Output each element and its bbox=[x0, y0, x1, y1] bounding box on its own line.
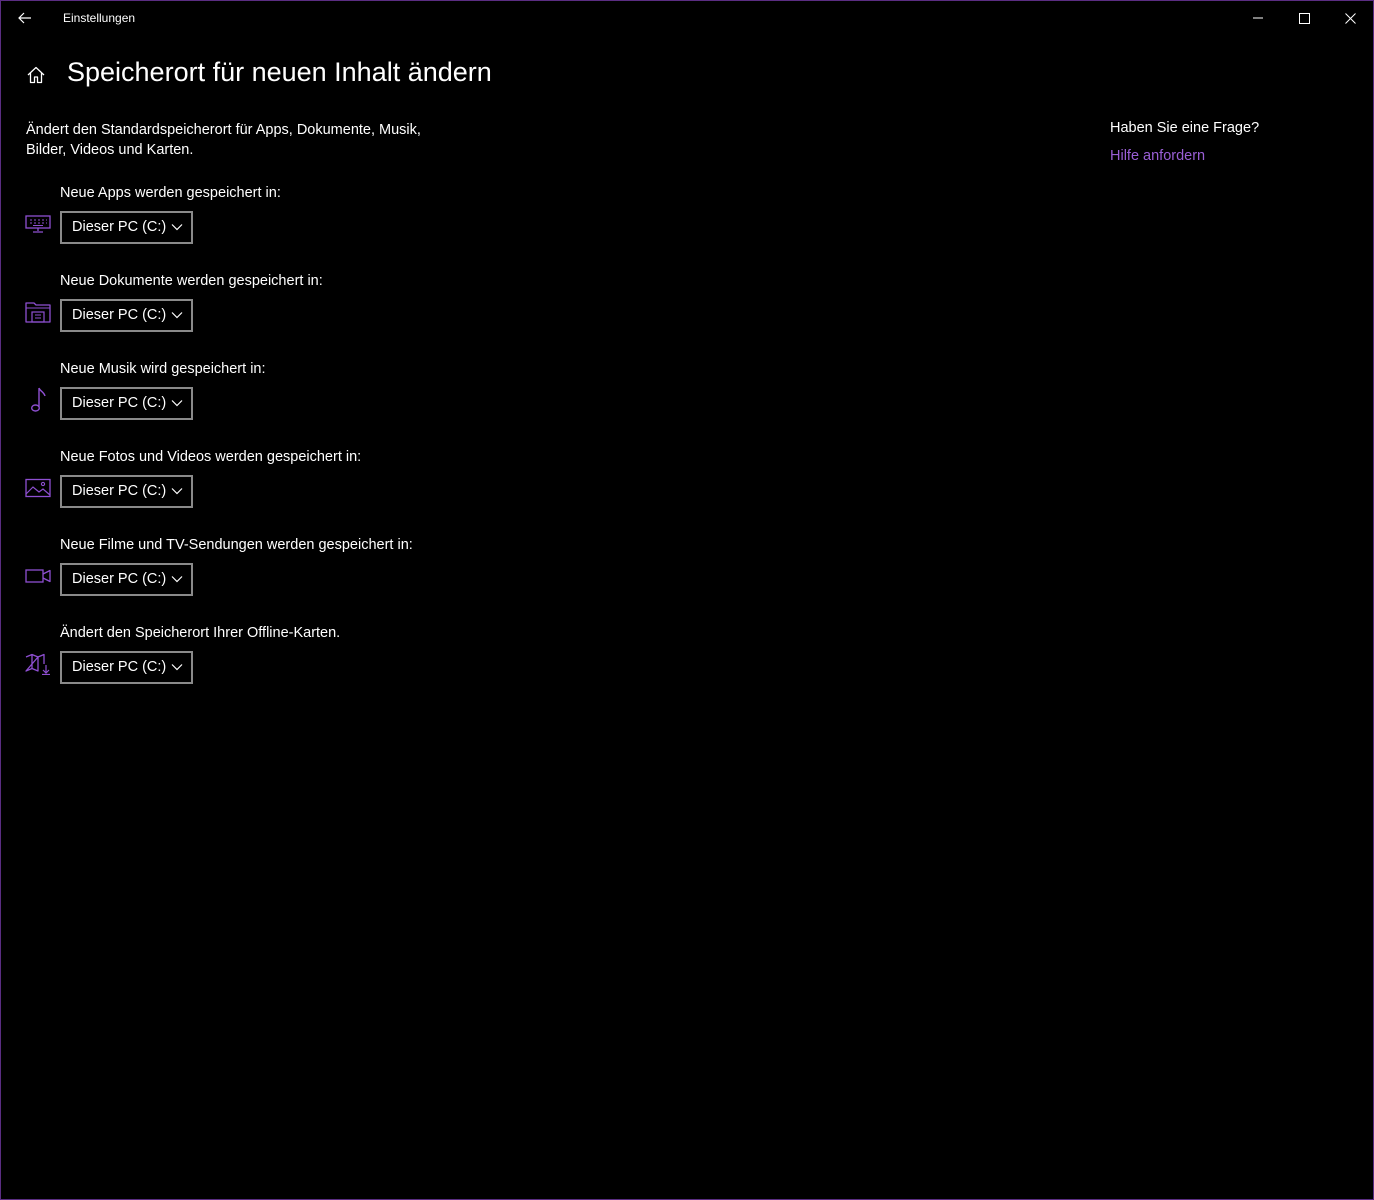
dropdown-value: Dieser PC (C:) bbox=[72, 483, 167, 499]
maximize-button[interactable] bbox=[1281, 1, 1327, 35]
setting-label: Neue Musik wird gespeichert in: bbox=[60, 361, 266, 377]
music-location-dropdown[interactable]: Dieser PC (C:) bbox=[60, 387, 193, 420]
apps-monitor-icon bbox=[24, 210, 52, 238]
maximize-icon bbox=[1298, 12, 1310, 24]
apps-location-dropdown[interactable]: Dieser PC (C:) bbox=[60, 211, 193, 244]
photos-location-dropdown[interactable]: Dieser PC (C:) bbox=[60, 475, 193, 508]
maps-location-dropdown[interactable]: Dieser PC (C:) bbox=[60, 651, 193, 684]
chevron-down-icon bbox=[171, 400, 183, 407]
setting-label: Neue Apps werden gespeichert in: bbox=[60, 185, 281, 201]
setting-label: Ändert den Speicherort Ihrer Offline-Kar… bbox=[60, 625, 341, 641]
home-icon bbox=[27, 66, 45, 84]
setting-documents: Neue Dokumente werden gespeichert in: Di… bbox=[1, 273, 701, 353]
setting-label: Neue Dokumente werden gespeichert in: bbox=[60, 273, 323, 289]
settings-window: Einstellungen Speicherort für neuen Inha… bbox=[0, 0, 1374, 1200]
home-button[interactable] bbox=[23, 62, 49, 88]
page-description: Ändert den Standardspeicherort für Apps,… bbox=[26, 122, 421, 158]
back-arrow-icon bbox=[18, 12, 31, 24]
dropdown-value: Dieser PC (C:) bbox=[72, 571, 167, 587]
chevron-down-icon bbox=[171, 488, 183, 495]
music-note-icon bbox=[24, 386, 52, 414]
offline-map-icon bbox=[24, 650, 52, 678]
back-button[interactable] bbox=[9, 3, 41, 33]
movies-location-dropdown[interactable]: Dieser PC (C:) bbox=[60, 563, 193, 596]
minimize-button[interactable] bbox=[1235, 1, 1281, 35]
app-title: Einstellungen bbox=[63, 11, 136, 25]
dropdown-value: Dieser PC (C:) bbox=[72, 659, 167, 675]
chevron-down-icon bbox=[171, 312, 183, 319]
chevron-down-icon bbox=[171, 576, 183, 583]
setting-photos: Neue Fotos und Videos werden gespeichert… bbox=[1, 449, 701, 529]
close-icon bbox=[1344, 12, 1356, 24]
minimize-icon bbox=[1253, 17, 1263, 19]
setting-music: Neue Musik wird gespeichert in: Dieser P… bbox=[1, 361, 701, 441]
photo-icon bbox=[24, 474, 52, 502]
setting-offline-maps: Ändert den Speicherort Ihrer Offline-Kar… bbox=[1, 625, 701, 705]
video-camera-icon bbox=[24, 562, 52, 590]
setting-apps: Neue Apps werden gespeichert in: Dieser … bbox=[1, 185, 701, 265]
documents-location-dropdown[interactable]: Dieser PC (C:) bbox=[60, 299, 193, 332]
dropdown-value: Dieser PC (C:) bbox=[72, 307, 167, 323]
dropdown-value: Dieser PC (C:) bbox=[72, 219, 167, 235]
setting-movies: Neue Filme und TV-Sendungen werden gespe… bbox=[1, 537, 701, 617]
help-title: Haben Sie eine Frage? bbox=[1110, 120, 1260, 136]
dropdown-value: Dieser PC (C:) bbox=[72, 395, 167, 411]
setting-label: Neue Fotos und Videos werden gespeichert… bbox=[60, 449, 362, 465]
chevron-down-icon bbox=[171, 664, 183, 671]
page-title: Speicherort für neuen Inhalt ändern bbox=[67, 57, 492, 87]
setting-label: Neue Filme und TV-Sendungen werden gespe… bbox=[60, 537, 413, 553]
title-bar: Einstellungen bbox=[1, 1, 1373, 35]
close-button[interactable] bbox=[1327, 1, 1373, 35]
documents-folder-icon bbox=[24, 298, 52, 326]
chevron-down-icon bbox=[171, 224, 183, 231]
get-help-link[interactable]: Hilfe anfordern bbox=[1110, 148, 1205, 164]
window-controls bbox=[1235, 1, 1373, 35]
